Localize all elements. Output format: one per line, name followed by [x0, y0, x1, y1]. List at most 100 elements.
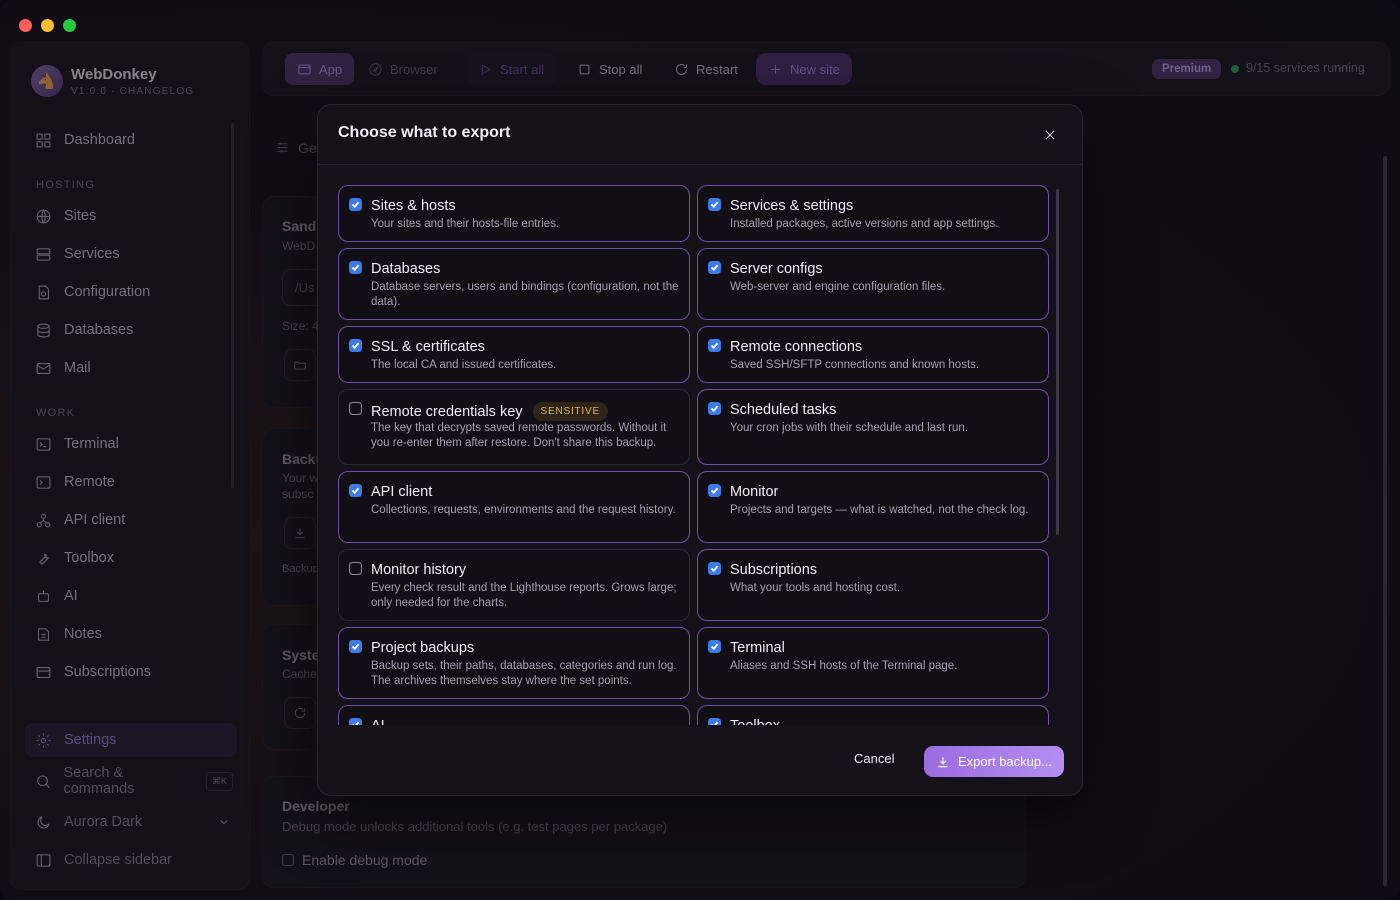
option-description: The local CA and issued certificates. — [371, 359, 557, 371]
option-title: Project backups — [371, 640, 474, 656]
option-description: Projects and targets — what is watched, … — [730, 504, 1029, 516]
checkmark-icon — [351, 342, 360, 350]
checkbox-checked[interactable] — [708, 402, 721, 415]
checkbox-checked[interactable] — [349, 198, 362, 211]
export-option-card[interactable]: Server configs Web-server and engine conf… — [697, 248, 1049, 320]
options-scrollbar[interactable] — [1056, 189, 1059, 535]
checkmark-icon — [710, 405, 719, 413]
option-title: Scheduled tasks — [730, 402, 836, 418]
checkbox-unchecked[interactable] — [349, 402, 362, 415]
option-title: Subscriptions — [730, 562, 817, 578]
close-window-button[interactable] — [19, 19, 32, 32]
zoom-window-button[interactable] — [63, 19, 76, 32]
option-description: What your tools and hosting cost. — [730, 582, 901, 594]
option-title: Databases — [371, 261, 440, 277]
export-option-card[interactable]: Remote connections Saved SSH/SFTP connect… — [697, 326, 1049, 383]
export-option-card[interactable]: Terminal Aliases and SSH hosts of the Ter… — [697, 627, 1049, 699]
checkmark-icon — [710, 201, 719, 209]
option-title-text: SSL & certificates — [371, 339, 485, 355]
checkbox-checked[interactable] — [708, 339, 721, 352]
dialog-title: Choose what to export — [338, 124, 511, 141]
option-description: Your cron jobs with their schedule and l… — [730, 422, 969, 434]
option-title: Monitor history — [371, 562, 466, 578]
checkbox-checked[interactable] — [708, 562, 721, 575]
dialog-header: Choose what to export — [318, 105, 1082, 165]
option-title-text: API client — [371, 484, 433, 500]
export-option-card[interactable]: SSL & certificates The local CA and issue… — [338, 326, 690, 383]
export-dialog: Choose what to export Sites & hosts Your … — [317, 104, 1083, 796]
option-title-text: Subscriptions — [730, 562, 818, 578]
checkbox-checked[interactable] — [349, 484, 362, 497]
checkmark-icon — [351, 264, 360, 272]
export-option-card[interactable]: Monitor Projects and targets — what is wa… — [697, 471, 1049, 543]
export-option-card[interactable]: Sites & hosts Your sites and their hosts-… — [338, 185, 690, 242]
checkmark-icon — [710, 643, 719, 651]
checkbox-checked[interactable] — [708, 640, 721, 653]
checkmark-icon — [710, 565, 719, 573]
app-window: 🐴 WebDonkey V1.0.0 · CHANGELOG Dashboard… — [0, 0, 1400, 900]
cancel-button[interactable]: Cancel — [854, 751, 894, 766]
main-scrollbar[interactable] — [1383, 156, 1387, 886]
option-description: The key that decrypts saved remote passw… — [371, 422, 667, 449]
checkmark-icon — [711, 721, 719, 725]
checkbox-checked[interactable] — [349, 261, 362, 274]
option-description: Installed packages, active versions and … — [730, 218, 999, 230]
checkmark-icon — [351, 201, 360, 209]
close-dialog-button[interactable] — [1040, 125, 1060, 145]
checkbox-checked[interactable] — [708, 484, 721, 497]
checkmark-icon — [710, 264, 719, 272]
option-description: Aliases and SSH hosts of the Terminal pa… — [730, 660, 958, 672]
minimize-window-button[interactable] — [41, 19, 54, 32]
checkbox-checked[interactable] — [349, 640, 362, 653]
option-title-text: Scheduled tasks — [730, 402, 837, 418]
checkbox-checked[interactable] — [708, 261, 721, 274]
export-option-card[interactable]: Monitor history Every check result and th… — [338, 549, 690, 621]
option-description: Your sites and their hosts-file entries. — [371, 218, 560, 230]
checkbox-checked[interactable] — [708, 198, 721, 211]
export-option-card[interactable]: Scheduled tasks Your cron jobs with their… — [697, 389, 1049, 465]
option-title: API client — [371, 484, 432, 500]
export-backup-button[interactable]: Export backup... — [924, 746, 1064, 777]
checkmark-icon — [351, 643, 360, 651]
option-title: Monitor — [730, 484, 778, 500]
option-title-text: Databases — [371, 261, 441, 277]
option-title-text: AI — [371, 718, 385, 725]
checkbox-checked[interactable] — [349, 339, 362, 352]
export-option-card[interactable]: Databases Database servers, users and bin… — [338, 248, 690, 320]
export-option-card[interactable]: API client Collections, requests, environ… — [338, 471, 690, 543]
checkbox-checked[interactable] — [349, 718, 362, 725]
option-title-text: Terminal — [730, 640, 785, 656]
checkbox-unchecked[interactable] — [349, 562, 362, 575]
option-title-text: Remote connections — [730, 339, 863, 355]
checkmark-icon — [710, 487, 719, 495]
export-option-card[interactable]: AI — [338, 705, 690, 725]
checkmark-icon — [710, 342, 719, 350]
option-title-text: Project backups — [371, 640, 475, 656]
export-option-card[interactable]: Toolbox — [697, 705, 1049, 725]
option-title-text: Sites & hosts — [371, 198, 456, 214]
option-title-text: Monitor history — [371, 562, 467, 578]
download-icon — [938, 756, 948, 767]
option-title: Terminal — [730, 640, 785, 656]
sensitive-badge: SENSITIVE — [532, 402, 608, 421]
export-option-card[interactable]: Services & settings Installed packages, a… — [697, 185, 1049, 242]
option-title-text: Services & settings — [730, 198, 854, 214]
option-title: AI — [371, 718, 385, 725]
option-title-text: Toolbox — [730, 718, 780, 725]
option-title: Remote connections — [730, 339, 862, 355]
export-option-card[interactable]: Project backups Backup sets, their paths,… — [338, 627, 690, 699]
option-description: Collections, requests, environments and … — [371, 504, 676, 516]
option-title: Server configs — [730, 261, 823, 277]
checkmark-icon — [352, 721, 360, 725]
export-label: Export backup... — [958, 754, 1052, 769]
export-options-list[interactable]: Sites & hosts Your sites and their hosts-… — [338, 185, 1050, 725]
export-option-card[interactable]: Remote credentials key SENSITIVE The key t… — [338, 389, 690, 465]
option-description: Web-server and engine configuration file… — [730, 281, 946, 293]
checkbox-checked[interactable] — [708, 718, 721, 725]
export-option-card[interactable]: Subscriptions What your tools and hosting… — [697, 549, 1049, 621]
option-description: Database servers, users and bindings (co… — [371, 281, 679, 308]
checkmark-icon — [351, 487, 360, 495]
option-description: Backup sets, their paths, databases, cat… — [371, 660, 677, 687]
window-controls — [19, 19, 76, 32]
option-description: Every check result and the Lighthouse re… — [371, 582, 677, 609]
